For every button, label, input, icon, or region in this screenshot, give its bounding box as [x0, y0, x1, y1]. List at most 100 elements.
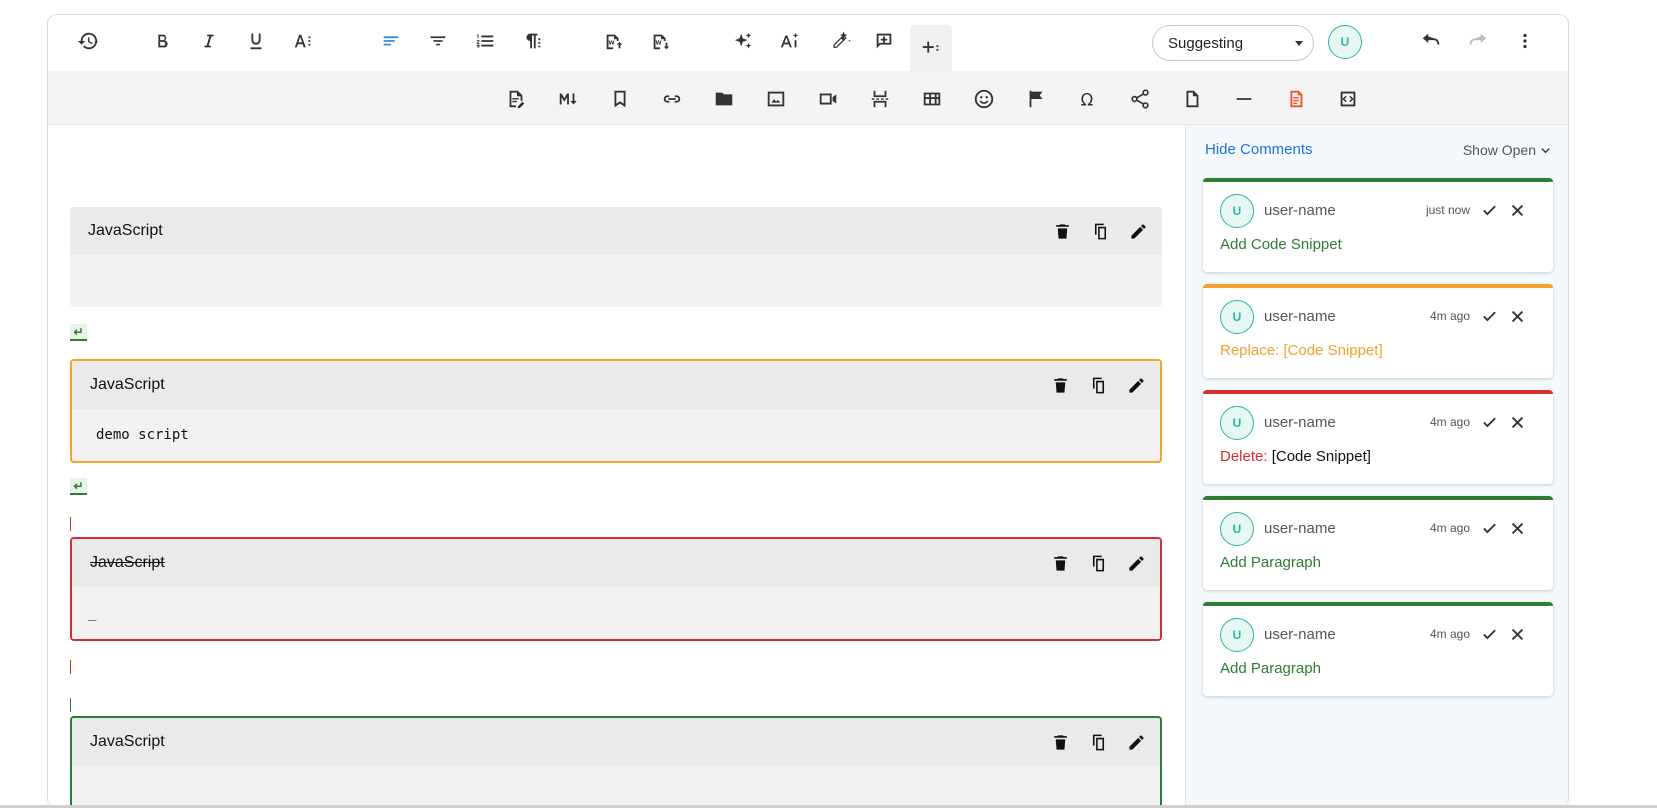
code-language: JavaScript [90, 733, 165, 750]
comment-card[interactable]: U user-name 4m ago Add Paragraph [1203, 496, 1553, 590]
flag-icon[interactable] [1018, 83, 1054, 115]
accept-icon[interactable] [1477, 622, 1501, 646]
accept-icon[interactable] [1477, 198, 1501, 222]
delete-icon[interactable] [1050, 219, 1074, 243]
reject-icon[interactable] [1505, 516, 1529, 540]
avatar: U [1220, 194, 1254, 228]
delete-icon[interactable] [1048, 551, 1072, 575]
comment-time: 4m ago [1429, 627, 1470, 641]
copy-icon[interactable] [1086, 551, 1110, 575]
accept-icon[interactable] [1477, 304, 1501, 328]
align-left-icon[interactable] [373, 25, 409, 57]
code-language: JavaScript [90, 554, 165, 571]
font-size-icon[interactable] [285, 25, 321, 57]
code-block-body[interactable]: demo script [72, 409, 1160, 461]
copy-icon[interactable] [1088, 219, 1112, 243]
link-icon[interactable] [654, 83, 690, 115]
redo-icon[interactable] [1460, 25, 1496, 57]
comment-time: 4m ago [1429, 309, 1470, 323]
history-icon[interactable] [66, 25, 110, 57]
edit-icon[interactable] [1124, 373, 1148, 397]
export-word-icon[interactable]: W [643, 25, 679, 57]
edit-icon[interactable] [1126, 219, 1150, 243]
comment-card[interactable]: U user-name just now Add Code Snippet [1203, 178, 1553, 272]
align-center-icon[interactable] [420, 25, 456, 57]
numbered-list-icon[interactable] [467, 25, 503, 57]
code-block[interactable]: JavaScript [70, 207, 1162, 307]
edit-icon[interactable] [1124, 551, 1148, 575]
paragraph-mark-icon: ↵ [70, 324, 87, 341]
accept-icon[interactable] [1477, 410, 1501, 434]
svg-text:W: W [656, 41, 662, 47]
code-block-deleted[interactable]: JavaScript _ [70, 537, 1162, 641]
avatar: U [1220, 406, 1254, 440]
comment-card[interactable]: U user-name 4m ago Replace: [Code Snippe… [1203, 284, 1553, 378]
copy-icon[interactable] [1086, 373, 1110, 397]
markdown-icon[interactable] [550, 83, 586, 115]
underline-icon[interactable] [238, 25, 274, 57]
reject-icon[interactable] [1505, 304, 1529, 328]
code-block-replaced[interactable]: JavaScript demo script [70, 359, 1162, 463]
code-block-header: JavaScript [72, 539, 1160, 587]
code-icon[interactable] [1330, 83, 1366, 115]
chevron-down-icon [1295, 41, 1303, 46]
code-block-header: JavaScript [72, 718, 1160, 766]
accept-icon[interactable] [1477, 516, 1501, 540]
more-vert-icon[interactable] [1507, 25, 1543, 57]
hide-comments-link[interactable]: Hide Comments [1205, 141, 1313, 158]
bookmark-icon[interactable] [602, 83, 638, 115]
paragraph-icon[interactable] [514, 25, 550, 57]
document-orange-icon[interactable] [1278, 83, 1314, 115]
avatar: U [1220, 300, 1254, 334]
emoji-icon[interactable] [966, 83, 1002, 115]
omega-icon[interactable]: Ω [1070, 83, 1106, 115]
svg-text:Ω: Ω [1081, 90, 1094, 109]
share-icon[interactable] [1122, 83, 1158, 115]
table-icon[interactable] [914, 83, 950, 115]
comment-action: Add Paragraph [1220, 554, 1321, 571]
page-break-icon[interactable] [862, 83, 898, 115]
document-edit-icon[interactable] [498, 83, 534, 115]
code-block-header: JavaScript [72, 361, 1160, 409]
folder-icon[interactable] [706, 83, 742, 115]
comment-card[interactable]: U user-name 4m ago Add Paragraph [1203, 602, 1553, 696]
copy-icon[interactable] [1086, 730, 1110, 754]
edit-icon[interactable] [1124, 730, 1148, 754]
reject-icon[interactable] [1505, 410, 1529, 434]
comment-action: Add Code Snippet [1220, 236, 1342, 253]
delete-icon[interactable] [1048, 730, 1072, 754]
italic-icon[interactable] [191, 25, 227, 57]
code-block-body[interactable]: _ [72, 587, 1160, 639]
ai-pen-icon[interactable] [819, 25, 865, 57]
ai-sparkle-icon[interactable] [725, 25, 761, 57]
mode-select-value: Suggesting [1168, 34, 1244, 52]
code-block-added[interactable]: JavaScript [70, 716, 1162, 808]
import-word-icon[interactable]: W [596, 25, 632, 57]
mode-select[interactable]: Suggesting [1152, 25, 1314, 61]
code-block-header: JavaScript [70, 207, 1162, 255]
reject-icon[interactable] [1505, 198, 1529, 222]
show-open-filter[interactable]: Show Open [1463, 142, 1551, 158]
bold-icon[interactable] [144, 25, 180, 57]
comment-card[interactable]: U user-name 4m ago Delete: [Code Snippet… [1203, 390, 1553, 484]
paragraph-mark-icon: ↵ [70, 478, 87, 495]
ai-text-icon[interactable] [772, 25, 808, 57]
video-icon[interactable] [810, 83, 846, 115]
insert-more-icon[interactable] [910, 25, 952, 71]
reject-icon[interactable] [1505, 622, 1529, 646]
comments-panel: Hide Comments Show Open U user-name just… [1185, 125, 1568, 808]
add-comment-icon[interactable] [866, 25, 902, 57]
comment-time: 4m ago [1429, 415, 1470, 429]
editor-content[interactable]: JavaScript ↵ JavaScript demo script ↵ Ja… [48, 125, 1185, 808]
deletion-marker [70, 660, 71, 674]
avatar[interactable]: U [1328, 25, 1362, 59]
delete-icon[interactable] [1048, 373, 1072, 397]
code-block-body[interactable] [72, 766, 1160, 808]
comment-user: user-name [1264, 414, 1336, 431]
code-block-body[interactable] [70, 255, 1162, 307]
horizontal-rule-icon[interactable] [1226, 83, 1262, 115]
file-icon[interactable] [1174, 83, 1210, 115]
image-icon[interactable] [758, 83, 794, 115]
comment-action: Delete: [1220, 448, 1268, 465]
undo-icon[interactable] [1413, 25, 1449, 57]
